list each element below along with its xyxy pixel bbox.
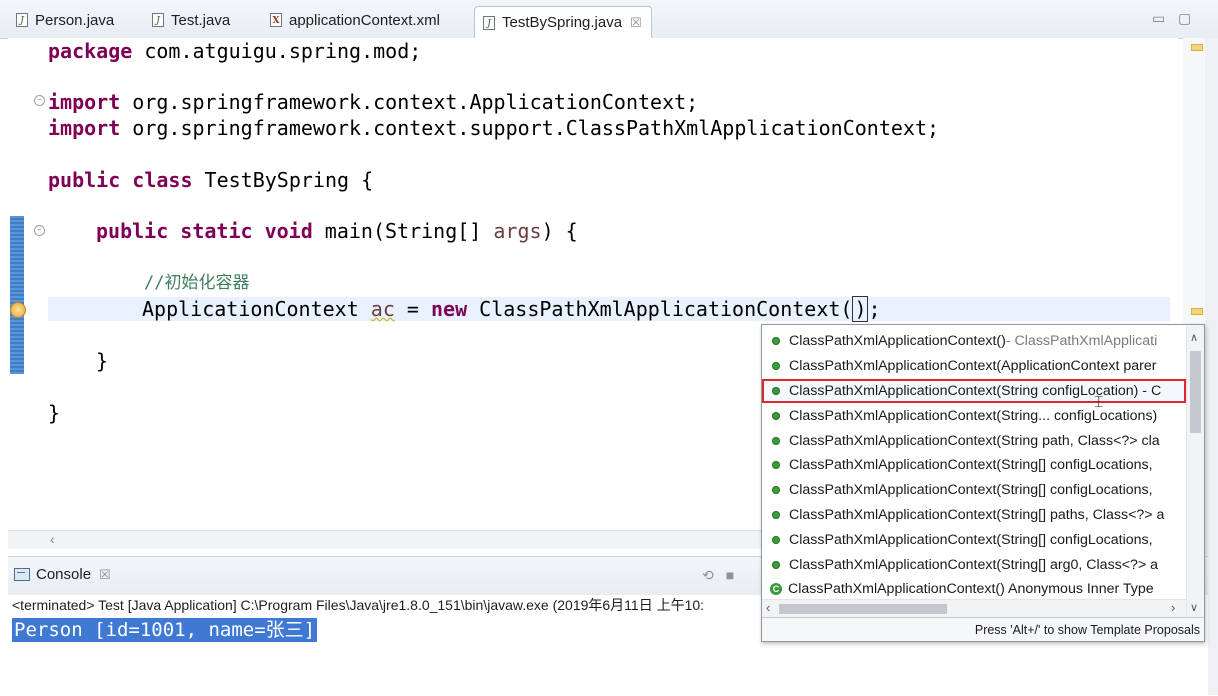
console-process-label: <terminated> Test [Java Application] C:\… [12,597,705,613]
public-method-icon [772,411,780,420]
code-line: import org.springframework.context.Appli… [48,90,699,114]
mouse-pointer-icon: ⌶ [1094,394,1104,411]
tab-application-context-xml[interactable]: X applicationContext.xml [262,6,467,34]
close-icon[interactable]: ☒ [99,567,111,583]
console-tab-label: Console [36,566,92,583]
java-file-icon: J [16,13,28,27]
scroll-right-icon[interactable]: › [1171,600,1175,615]
tab-person-java[interactable]: J Person.java [8,6,140,34]
template-proposals-hint: Press 'Alt+/' to show Template Proposals [762,617,1204,641]
code-line: import org.springframework.context.suppo… [48,116,940,140]
proposal-text: ClassPathXmlApplicationContext(String[] … [789,482,1153,499]
proposal-text: ClassPathXmlApplicationContext(Applicati… [789,358,1157,375]
console-icon [14,568,30,581]
proposal-text: ClassPathXmlApplicationContext(String pa… [789,432,1160,449]
proposal-text: ClassPathXmlApplicationContext(String[] … [789,457,1153,474]
console-output[interactable]: Person [id=1001, name=张三] [12,618,318,642]
proposal-item[interactable]: ClassPathXmlApplicationContext(String[] … [762,503,1186,528]
code-line: package com.atguigu.spring.mod; [48,39,422,63]
public-method-icon [772,486,780,495]
public-method-icon [772,436,780,445]
proposal-text: ClassPathXmlApplicationContext(String[] … [789,531,1153,548]
public-method-icon [772,362,780,371]
code-line: public class TestBySpring { [48,168,374,192]
proposal-item[interactable]: ClassPathXmlApplicationContext(String[] … [762,552,1186,577]
proposal-text: ClassPathXmlApplicationContext(String co… [789,382,1162,399]
code-line: } [48,401,61,425]
change-marker [10,216,24,374]
content-assist-popup: ClassPathXmlApplicationContext() - Class… [761,324,1205,642]
proposal-vertical-scrollbar[interactable]: ∧ ∨ [1186,325,1204,617]
remove-launch-icon[interactable]: ⟲ [702,567,714,584]
proposal-item[interactable]: ClassPathXmlApplicationContext(String co… [762,378,1186,404]
proposal-item[interactable]: ClassPathXmlApplicationContext(String[] … [762,453,1186,478]
source-code: package com.atguigu.spring.mod; import o… [48,38,939,425]
code-line: ApplicationContext ac = new ClassPathXml… [142,296,881,322]
anonymous-class-icon: C [770,583,782,596]
proposal-text: ClassPathXmlApplicationContext(String[] … [789,556,1159,573]
maximize-icon[interactable]: ▢ [1178,10,1191,27]
warning-marker-icon[interactable] [1191,308,1203,315]
scroll-thumb[interactable] [779,604,947,614]
proposal-item[interactable]: ClassPathXmlApplicationContext(String...… [762,403,1186,428]
proposal-item[interactable]: ClassPathXmlApplicationContext(String pa… [762,428,1186,453]
proposal-description: - ClassPathXmlApplicati [1005,333,1158,350]
public-method-icon [772,461,780,470]
text-cursor: ) [852,296,869,322]
proposal-list[interactable]: ClassPathXmlApplicationContext() - Class… [762,329,1186,602]
proposal-item[interactable]: ClassPathXmlApplicationContext(Applicati… [762,354,1186,379]
java-file-icon: J [483,15,495,30]
close-icon[interactable]: ☒ [630,15,642,31]
tab-console[interactable]: Console ☒ [14,566,111,583]
proposal-item[interactable]: ClassPathXmlApplicationContext(String[] … [762,527,1186,552]
code-line: } [96,349,109,373]
scroll-up-icon[interactable]: ∧ [1190,331,1198,344]
tab-label: applicationContext.xml [289,11,440,29]
tab-test-java[interactable]: J Test.java [144,6,254,34]
tab-label: Test.java [171,11,231,29]
tab-label: TestBySpring.java [502,14,623,31]
tab-label: Person.java [35,11,115,29]
scroll-left-icon[interactable]: ‹ [766,600,770,615]
java-file-icon: J [152,13,164,27]
warning-lightbulb-icon[interactable] [10,302,26,318]
code-line: public static void main(String[] args) { [96,219,578,243]
proposal-text: ClassPathXmlApplicationContext() [789,333,1006,350]
proposal-horizontal-scrollbar[interactable]: ‹ › [762,599,1186,618]
public-method-icon [772,386,780,395]
terminate-icon[interactable]: ■ [726,567,734,584]
xml-file-icon: X [270,13,282,27]
public-method-icon [772,510,780,519]
fold-icon[interactable]: − [34,225,45,236]
minimize-icon[interactable]: ▭ [1152,10,1165,27]
public-method-icon [772,337,780,346]
code-comment: //初始化容器 [144,273,250,293]
editor-tab-bar: J Person.java J Test.java X applicationC… [0,0,1218,39]
fold-icon[interactable]: − [34,95,45,106]
proposal-item[interactable]: ClassPathXmlApplicationContext() - Class… [762,329,1186,354]
proposal-text: ClassPathXmlApplicationContext(String[] … [789,506,1165,523]
scroll-left-icon[interactable]: ‹ [50,531,55,547]
tab-test-by-spring-java[interactable]: J TestBySpring.java ☒ [474,6,652,38]
public-method-icon [772,535,780,544]
public-method-icon [772,560,780,569]
left-ruler: − − [8,38,48,530]
scroll-down-icon[interactable]: ∨ [1190,601,1198,614]
proposal-item[interactable]: ClassPathXmlApplicationContext(String[] … [762,478,1186,503]
proposal-text: ClassPathXmlApplicationContext() Anonymo… [788,581,1154,598]
warning-marker-icon[interactable] [1191,44,1203,51]
console-toolbar: ⟲ ■ [702,567,734,584]
scroll-thumb[interactable] [1190,351,1201,433]
